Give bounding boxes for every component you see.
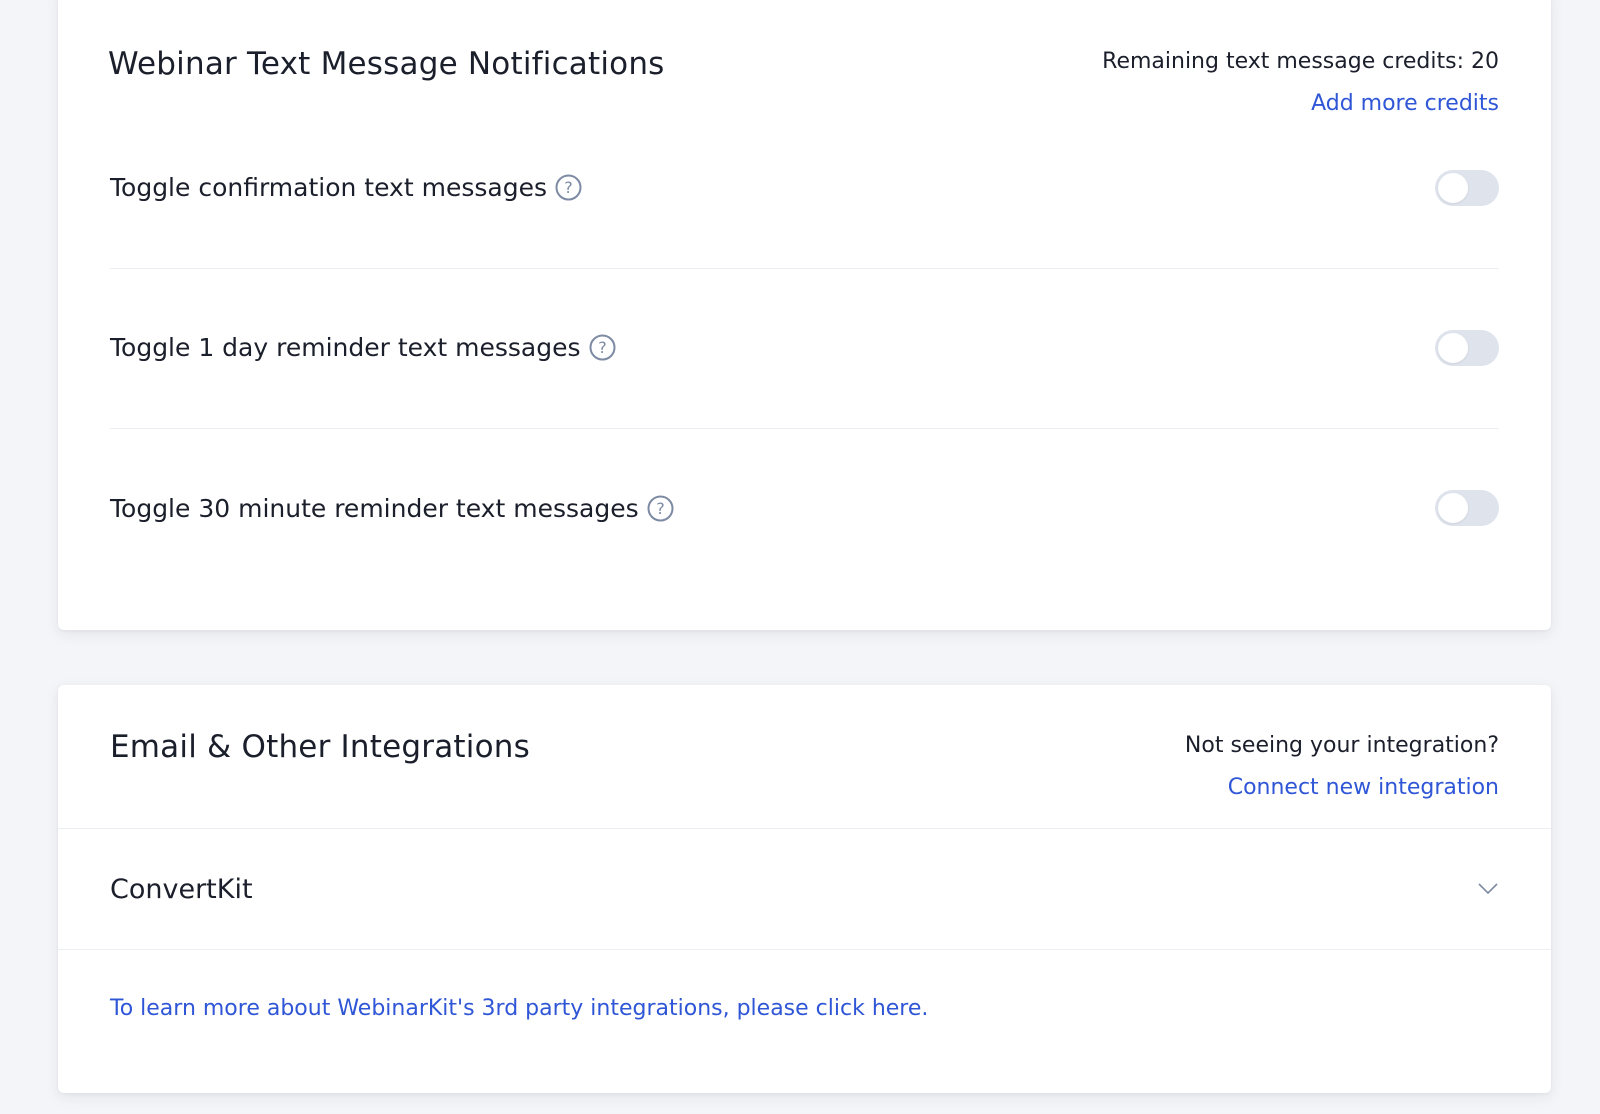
integrations-help-link[interactable]: To learn more about WebinarKit's 3rd par… bbox=[110, 996, 928, 1021]
question-circle-icon[interactable]: ? bbox=[589, 334, 616, 361]
toggle-knob bbox=[1438, 172, 1468, 203]
toggle-row-30-minute-reminder: Toggle 30 minute reminder text messages … bbox=[110, 427, 1499, 589]
integration-name: ConvertKit bbox=[110, 873, 253, 905]
connect-integration-link[interactable]: Connect new integration bbox=[1185, 767, 1499, 809]
integration-row-convertkit[interactable]: ConvertKit bbox=[58, 829, 1551, 950]
chevron-down-icon[interactable] bbox=[1477, 878, 1499, 900]
toggle-label-1-day-reminder: Toggle 1 day reminder text messages bbox=[110, 333, 581, 362]
toggle-label-30-minute-reminder: Toggle 30 minute reminder text messages bbox=[110, 493, 639, 523]
question-circle-icon[interactable]: ? bbox=[555, 174, 582, 201]
1-day-reminder-sms-toggle[interactable] bbox=[1435, 329, 1499, 366]
svg-text:?: ? bbox=[598, 338, 607, 357]
toggle-knob bbox=[1438, 493, 1468, 523]
30-minute-reminder-sms-toggle[interactable] bbox=[1435, 490, 1499, 526]
toggle-row-confirmation: Toggle confirmation text messages ? bbox=[110, 107, 1499, 269]
toggle-row-label-container: Toggle 30 minute reminder text messages … bbox=[110, 494, 674, 523]
svg-text:?: ? bbox=[564, 178, 573, 197]
question-circle-icon[interactable]: ? bbox=[647, 495, 674, 522]
integrations-card: Email & Other Integrations Not seeing yo… bbox=[58, 685, 1551, 1093]
integration-helper-text: Not seeing your integration? bbox=[1184, 733, 1499, 758]
toggle-row-label-container: Toggle 1 day reminder text messages ? bbox=[110, 333, 616, 362]
toggle-label-confirmation: Toggle confirmation text messages bbox=[110, 173, 547, 202]
credits-remaining-text: Remaining text message credits: 20 bbox=[1102, 49, 1499, 74]
sms-section-title: Webinar Text Message Notifications bbox=[108, 46, 665, 82]
confirmation-sms-toggle[interactable] bbox=[1435, 169, 1499, 206]
svg-text:?: ? bbox=[656, 499, 665, 518]
sms-notifications-card: Webinar Text Message Notifications Remai… bbox=[58, 0, 1551, 630]
toggle-knob bbox=[1438, 332, 1468, 363]
integrations-meta: Not seeing your integration? Connect new… bbox=[1185, 725, 1499, 809]
integrations-section-title: Email & Other Integrations bbox=[110, 729, 530, 765]
toggle-row-label-container: Toggle confirmation text messages ? bbox=[110, 173, 582, 202]
toggle-row-1-day-reminder: Toggle 1 day reminder text messages ? bbox=[110, 267, 1499, 429]
